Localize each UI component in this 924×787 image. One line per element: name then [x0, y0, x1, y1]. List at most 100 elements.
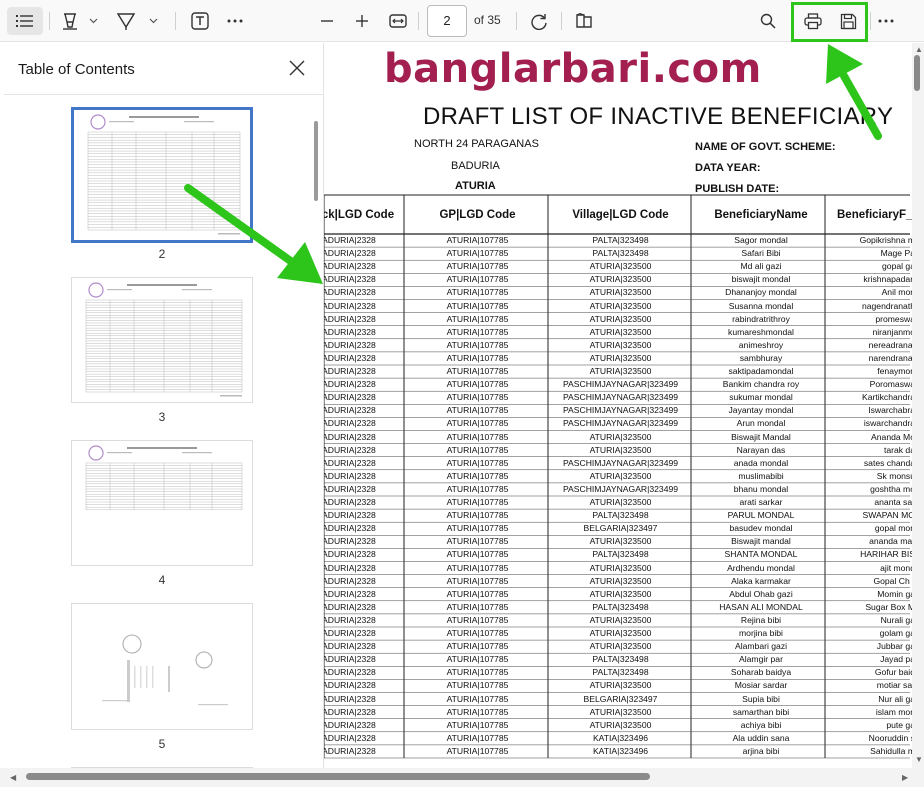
highlight-options-button[interactable]	[86, 7, 100, 35]
fit-width-button[interactable]	[386, 7, 410, 35]
table-cell-name: Dhananjoy mondal	[725, 287, 797, 298]
table-cell-block: ADURIA|2328	[324, 366, 376, 376]
document-viewport[interactable]: banglarbari.com DRAFT LIST OF INACTIVE B…	[324, 43, 924, 768]
page-thumbnail-5[interactable]	[71, 603, 253, 730]
table-cell-name: Bankim chandra roy	[722, 379, 800, 390]
close-panel-button[interactable]	[286, 57, 308, 79]
horizontal-scroll-thumb[interactable]	[26, 773, 650, 780]
table-row: ADURIA|2328 ATURIA|107785 ATURIA|323500 Rej…	[324, 614, 915, 627]
table-cell-village: ATURIA|323500	[589, 641, 652, 652]
table-row: ADURIA|2328 ATURIA|107785 ATURIA|323500 mus…	[324, 470, 915, 483]
table-cell-father: promeswa	[875, 313, 915, 324]
table-cell-gp: ATURIA|107785	[446, 497, 509, 507]
table-cell-village: ATURIA|323500	[589, 614, 652, 625]
table-cell-father: Gopal Ch r	[873, 575, 915, 586]
table-cell-name: Ala uddin sana	[732, 732, 790, 743]
more-tools-button[interactable]	[223, 7, 247, 35]
vertical-scrollbar[interactable]: ▲ ▼	[912, 43, 924, 768]
table-cell-block: ADURIA|2328	[324, 654, 376, 665]
table-cell-village: PALTA|323498	[592, 549, 649, 560]
table-cell-village: ATURIA|323500	[589, 470, 652, 481]
table-cell-gp: ATURIA|107785	[446, 510, 509, 521]
search-button[interactable]	[755, 7, 781, 35]
scroll-up-arrow[interactable]: ▲	[915, 45, 923, 54]
table-cell-father: Poromaswa	[869, 379, 915, 390]
scroll-left-arrow[interactable]: ◀	[10, 773, 16, 782]
more-options-button[interactable]	[874, 7, 898, 35]
table-cell-name: Jayantay mondal	[728, 405, 794, 416]
table-row: ADURIA|2328 ATURIA|107785 ATURIA|323500 Md …	[324, 261, 915, 273]
text-box-button[interactable]	[188, 7, 212, 35]
table-of-contents-button[interactable]	[7, 7, 43, 35]
table-cell-name: SHANTA MONDAL	[724, 549, 798, 560]
table-cell-name: rabindratrithroy	[732, 313, 790, 324]
table-cell-block: ADURIA|2328	[324, 588, 376, 599]
table-cell-village: ATURIA|323500	[589, 261, 652, 272]
table-row: ADURIA|2328 ATURIA|107785 PALTA|323498 Alam…	[324, 654, 915, 666]
table-cell-village: PASCHIMJAYNAGAR|323499	[562, 483, 679, 494]
toolbar-separator	[175, 12, 176, 30]
page-view-button[interactable]	[571, 7, 597, 35]
zoom-out-button[interactable]	[315, 7, 339, 35]
scroll-right-arrow[interactable]: ▶	[902, 773, 908, 782]
thumbnail-image	[102, 634, 228, 706]
table-cell-name: Ardhendu mondal	[727, 562, 795, 573]
rotate-button[interactable]	[526, 7, 552, 35]
table-cell-village: ATURIA|323500	[589, 431, 652, 442]
page-count-label: of 35	[474, 13, 501, 27]
table-row: ADURIA|2328 ATURIA|107785 ATURIA|323500 sak…	[324, 366, 915, 378]
toc-list-icon	[16, 15, 33, 27]
table-cell-block: ADURIA|2328	[324, 457, 376, 468]
table-cell-block: ADURIA|2328	[324, 470, 376, 481]
table-cell-name: anada mondal	[733, 457, 789, 468]
zoom-in-button[interactable]	[350, 7, 374, 35]
column-header: BeneficiaryF_	[837, 209, 913, 221]
table-row: ADURIA|2328 ATURIA|107785 PASCHIMJAYNAGAR|…	[324, 405, 915, 417]
draw-button[interactable]	[114, 7, 138, 35]
panel-scrollbar[interactable]	[314, 121, 318, 201]
table-cell-village: ATURIA|323500	[589, 366, 652, 376]
draw-options-button[interactable]	[146, 7, 160, 35]
table-cell-block: ADURIA|2328	[324, 261, 376, 272]
thumbnail-image	[85, 445, 243, 511]
pdf-viewer: 2 of 35 Table of Contents 2 3 4 5 bangla…	[0, 0, 924, 787]
table-cell-name: saktipadamondal	[728, 366, 794, 376]
table-cell-name: Rejina bibi	[740, 614, 782, 625]
table-row: ADURIA|2328 ATURIA|107785 ATURIA|323500 mor…	[324, 628, 915, 640]
table-cell-father: Anil mon	[881, 287, 915, 298]
zoom-out-icon	[321, 20, 333, 22]
table-cell-block: ADURIA|2328	[324, 274, 376, 285]
column-header: Village|LGD Code	[572, 209, 669, 221]
district-name: NORTH 24 PARAGANAS	[414, 138, 539, 150]
draw-icon	[117, 13, 135, 30]
scroll-down-arrow[interactable]: ▼	[915, 755, 923, 764]
page-thumbnail-4[interactable]	[71, 440, 253, 566]
table-cell-name: biswajit mondal	[731, 274, 791, 285]
table-cell-village: PALTA|323498	[592, 601, 649, 612]
vertical-scroll-thumb[interactable]	[914, 55, 920, 91]
table-cell-block: ADURIA|2328	[324, 300, 376, 311]
table-cell-name: Safari Bibi	[741, 248, 781, 259]
table-cell-father: niranjanmo	[872, 326, 915, 337]
table-cell-gp: ATURIA|107785	[446, 575, 509, 586]
table-cell-father: pute ga	[886, 719, 915, 730]
page-view-icon	[576, 13, 592, 28]
chevron-down-icon	[89, 18, 97, 24]
table-cell-gp: ATURIA|107785	[446, 641, 509, 652]
thumbnail-image	[85, 282, 243, 397]
watermark: banglarbari.com	[384, 46, 762, 92]
page-thumbnail-3[interactable]	[71, 277, 253, 403]
table-cell-father: sates chanda	[863, 457, 915, 468]
table-cell-father: fenaymon	[877, 366, 915, 376]
table-cell-block: ADURIA|2328	[324, 352, 376, 363]
table-cell-father: goshtha mo	[870, 483, 915, 494]
page-number-input[interactable]: 2	[427, 5, 467, 37]
page-thumbnail-2[interactable]	[71, 107, 253, 243]
toolbar-separator	[516, 12, 517, 30]
more-icon	[227, 19, 243, 23]
table-cell-village: ATURIA|323500	[589, 588, 652, 599]
thumbnail-label: 3	[158, 410, 166, 424]
table-cell-name: HASAN ALI MONDAL	[719, 601, 803, 612]
print-save-highlight	[791, 2, 868, 42]
highlight-button[interactable]	[58, 7, 82, 35]
